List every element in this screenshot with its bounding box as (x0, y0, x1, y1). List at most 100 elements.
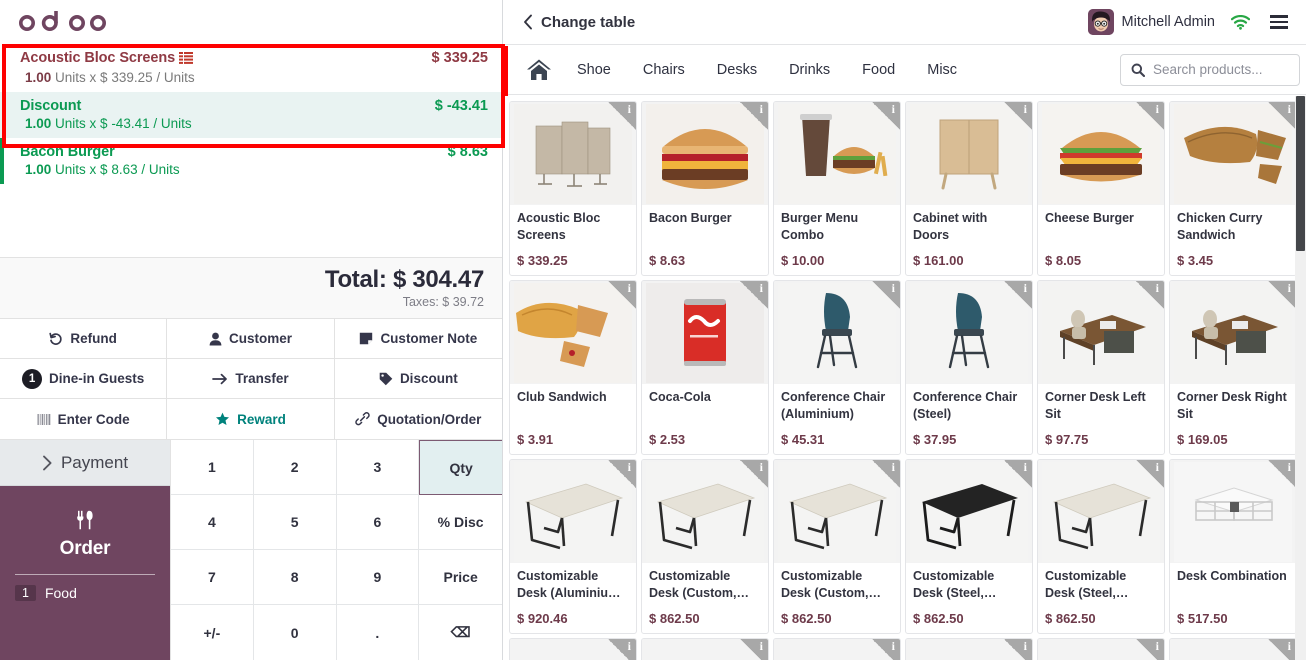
customer-button[interactable]: Customer (167, 319, 335, 359)
orderline-name: Acoustic Bloc Screens (20, 50, 194, 68)
reward-button[interactable]: Reward (167, 399, 335, 439)
numpad-key-8[interactable]: 8 (253, 550, 337, 605)
dine-in-guests-button[interactable]: 1 Dine-in Guests (0, 359, 168, 399)
product-price: $ 97.75 (1045, 432, 1089, 447)
numpad-key-5[interactable]: 5 (253, 495, 337, 550)
product-card[interactable] (509, 638, 637, 660)
enter-code-button[interactable]: Enter Code (0, 399, 168, 439)
payment-button[interactable]: Payment (0, 440, 170, 486)
numpad-key-9[interactable]: 9 (336, 550, 420, 605)
product-name: Chicken Curry Sandwich (1177, 211, 1263, 242)
order-scrollbar[interactable] (495, 44, 502, 244)
product-image (1038, 460, 1164, 563)
product-scrollbar[interactable] (1295, 96, 1306, 660)
numpad-key-price[interactable]: Price (419, 550, 502, 605)
product-card[interactable]: Customizable Desk (Custom,… $ 862.50 (641, 459, 769, 634)
orderline[interactable]: Bacon Burger $ 8.63 1.00 Units x $ 8.63 … (0, 138, 502, 184)
product-card[interactable]: Desk Combination $ 517.50 (1169, 459, 1297, 634)
discount-button[interactable]: Discount (334, 359, 502, 399)
product-card[interactable]: Customizable Desk (Steel,… $ 862.50 (905, 459, 1033, 634)
product-card[interactable]: Conference Chair (Steel) $ 37.95 (905, 280, 1033, 455)
orderline[interactable]: Acoustic Bloc Screens $ 339.25 1.00 Unit… (0, 44, 502, 92)
transfer-button[interactable]: Transfer (167, 359, 335, 399)
product-card[interactable]: Corner Desk Right Sit $ 169.05 (1169, 280, 1297, 455)
home-icon[interactable] (517, 58, 561, 82)
product-name: Conference Chair (Steel) (913, 390, 1018, 421)
product-card[interactable]: Customizable Desk (Steel,… $ 862.50 (1037, 459, 1165, 634)
product-price: $ 8.05 (1045, 253, 1082, 268)
category-chairs[interactable]: Chairs (627, 45, 701, 95)
product-card[interactable]: Customizable Desk (Custom,… $ 862.50 (773, 459, 901, 634)
product-price: $ 3.45 (1177, 253, 1214, 268)
product-info-icon[interactable] (1136, 639, 1164, 660)
product-price: $ 2.53 (649, 432, 686, 447)
product-card[interactable] (641, 638, 769, 660)
numpad-key-3[interactable]: 3 (336, 440, 420, 495)
product-card[interactable]: Coca-Cola $ 2.53 (641, 280, 769, 455)
numpad-key-7[interactable]: 7 (171, 550, 254, 605)
product-name: Club Sandwich (517, 390, 607, 404)
product-card[interactable]: Corner Desk Left Sit $ 97.75 (1037, 280, 1165, 455)
category-misc[interactable]: Misc (911, 45, 973, 95)
product-image (510, 102, 636, 205)
link-icon (355, 412, 370, 426)
top-navigation-bar: Change table Mitchell Admin (503, 0, 1306, 45)
product-card[interactable] (1037, 638, 1165, 660)
product-card[interactable] (905, 638, 1033, 660)
numpad-key-qty[interactable]: Qty (419, 440, 502, 495)
category-desks[interactable]: Desks (701, 45, 773, 95)
product-card[interactable]: Club Sandwich $ 3.91 (509, 280, 637, 455)
product-card[interactable]: Chicken Curry Sandwich $ 3.45 (1169, 101, 1297, 276)
numpad-key-4[interactable]: 4 (171, 495, 254, 550)
course-row[interactable]: 1 Food (15, 585, 155, 601)
user-name: Mitchell Admin (1121, 14, 1215, 30)
numpad-key-1[interactable]: 1 (171, 440, 254, 495)
quotation-order-button[interactable]: Quotation/Order (334, 399, 502, 439)
product-card[interactable]: Customizable Desk (Aluminiu… $ 920.46 (509, 459, 637, 634)
odoo-logo (19, 11, 107, 31)
numpad-key-decimal[interactable]: . (336, 605, 420, 660)
product-image (1170, 639, 1296, 660)
product-card[interactable]: Bacon Burger $ 8.63 (641, 101, 769, 276)
numpad-key-plusminus[interactable]: +/- (171, 605, 254, 660)
orderline[interactable]: Discount $ -43.41 1.00 Units x $ -43.41 … (0, 92, 502, 138)
numpad-key-6[interactable]: 6 (336, 495, 420, 550)
customer-note-button[interactable]: Customer Note (334, 319, 502, 359)
product-info-icon[interactable] (872, 639, 900, 660)
left-action-column: Payment Order 1 Food (0, 440, 170, 660)
order-course-panel[interactable]: Order 1 Food (0, 486, 170, 660)
product-card[interactable]: Cabinet with Doors $ 161.00 (905, 101, 1033, 276)
wifi-icon[interactable] (1231, 14, 1250, 30)
product-info-icon[interactable] (1004, 639, 1032, 660)
product-card[interactable] (773, 638, 901, 660)
orderline-qty: 1.00 (25, 70, 52, 85)
category-food[interactable]: Food (846, 45, 911, 95)
product-info-icon[interactable] (608, 639, 636, 660)
product-image (642, 281, 768, 384)
refund-button[interactable]: Refund (0, 319, 168, 359)
orderline-name: Discount (20, 98, 82, 114)
numpad-key-disc[interactable]: % Disc (419, 495, 502, 550)
product-info-icon[interactable] (740, 639, 768, 660)
product-card[interactable]: Cheese Burger $ 8.05 (1037, 101, 1165, 276)
numpad-key-0[interactable]: 0 (253, 605, 337, 660)
numpad-key-2[interactable]: 2 (253, 440, 337, 495)
product-scrollbar-thumb[interactable] (1296, 96, 1305, 251)
category-shoe[interactable]: Shoe (561, 45, 627, 95)
topbar-right-group: Mitchell Admin (1087, 9, 1292, 35)
search-input[interactable]: Search products... (1120, 53, 1300, 86)
user-menu-button[interactable]: Mitchell Admin (1087, 9, 1215, 35)
product-info-icon[interactable] (1268, 639, 1296, 660)
numpad-key-backspace[interactable]: ⌫ (419, 605, 502, 660)
product-price: $ 862.50 (913, 611, 964, 626)
menu-icon[interactable] (1266, 11, 1292, 33)
product-card[interactable] (1169, 638, 1297, 660)
product-card[interactable]: Acoustic Bloc Screens $ 339.25 (509, 101, 637, 276)
product-card[interactable]: Burger Menu Combo $ 10.00 (773, 101, 901, 276)
orderline-unitprice: Units x $ 8.63 / Units (55, 162, 180, 177)
discount-label: Discount (399, 371, 458, 386)
change-table-button[interactable]: Change table (523, 14, 635, 31)
product-card[interactable]: Conference Chair (Aluminium) $ 45.31 (773, 280, 901, 455)
products-panel: Change table Mitchell Admin Shoe Chairs … (503, 0, 1306, 660)
category-drinks[interactable]: Drinks (773, 45, 846, 95)
